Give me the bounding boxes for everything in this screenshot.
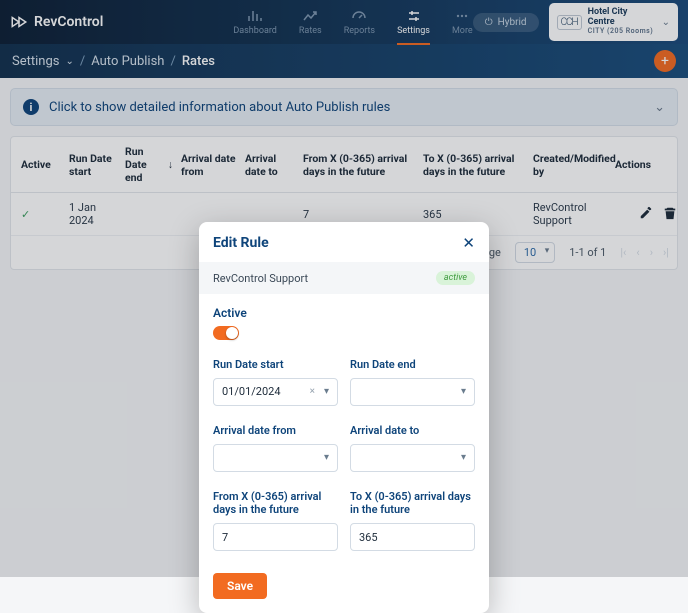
arr-from-field[interactable]: ▾ [213, 444, 338, 472]
label-to-x: To X (0-365) arrival days in the future [350, 490, 475, 518]
arr-to-input[interactable] [359, 451, 466, 464]
modal-subtitle: RevControl Support [213, 272, 308, 285]
from-x-input[interactable] [222, 531, 329, 544]
status-badge: active [436, 271, 475, 285]
chevron-down-icon[interactable]: ▾ [324, 452, 329, 463]
run-end-input[interactable] [359, 385, 466, 398]
close-icon[interactable]: ✕ [462, 234, 475, 252]
clear-icon[interactable]: × [310, 386, 315, 397]
chevron-down-icon[interactable]: ▾ [461, 452, 466, 463]
label-from-x: From X (0-365) arrival days in the futur… [213, 490, 338, 518]
edit-rule-modal: Edit Rule ✕ RevControl Support active Ac… [199, 222, 489, 613]
active-toggle[interactable] [213, 326, 239, 340]
run-start-field[interactable]: × ▾ [213, 378, 338, 406]
to-x-input[interactable] [359, 531, 466, 544]
from-x-field[interactable] [213, 523, 338, 551]
label-arr-to: Arrival date to [350, 424, 475, 438]
run-end-field[interactable]: ▾ [350, 378, 475, 406]
label-run-start: Run Date start [213, 358, 338, 372]
label-arr-from: Arrival date from [213, 424, 338, 438]
chevron-down-icon[interactable]: ▾ [461, 386, 466, 397]
to-x-field[interactable] [350, 523, 475, 551]
label-run-end: Run Date end [350, 358, 475, 372]
chevron-down-icon[interactable]: ▾ [324, 386, 329, 397]
arr-to-field[interactable]: ▾ [350, 444, 475, 472]
active-label: Active [213, 306, 475, 320]
modal-backdrop: Edit Rule ✕ RevControl Support active Ac… [0, 0, 688, 577]
modal-title: Edit Rule [213, 235, 269, 251]
arr-from-input[interactable] [222, 451, 329, 464]
